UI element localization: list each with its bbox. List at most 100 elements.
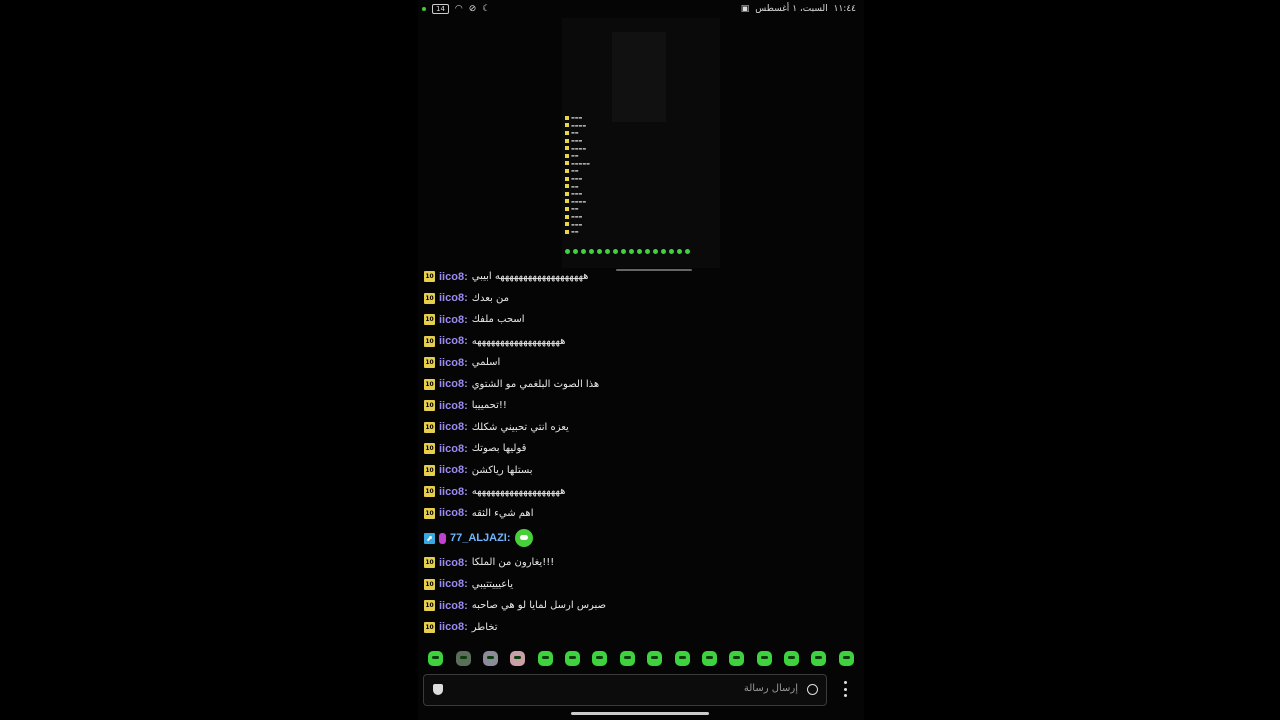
emoji-icon[interactable] — [807, 684, 818, 695]
chat-username[interactable]: 77_ALJAZI: — [450, 532, 511, 544]
chat-message: 10 iico8: يغارون من الملكا!!! — [424, 552, 854, 574]
sub-badge-icon: 10 — [424, 486, 435, 498]
chat-text: قوليها بصوتك — [471, 443, 527, 455]
chat-list: 10 iico8: هههههههههههههههههههه ابيبي 10 iico… — [424, 266, 854, 638]
emote-icon[interactable] — [756, 650, 772, 666]
video-chat-preview: ▬▬▬ ▬▬▬▬ ▬▬ ▬▬▬ ▬▬▬▬ ▬▬ ▬▬▬▬▬ ▬▬ ▬▬▬ ▬▬ … — [562, 114, 720, 264]
video-emote-row — [565, 249, 690, 254]
chat-message: 10 iico8: اسلمي — [424, 352, 854, 374]
chat-username[interactable]: iico8: — [439, 378, 468, 390]
wifi-icon: ◠ — [454, 4, 463, 14]
chat-message: 10 iico8: بستلها رياكشن — [424, 460, 854, 482]
sub-badge-icon: 10 — [424, 378, 435, 390]
chat-message: 10 iico8: من بعدك — [424, 288, 854, 310]
chat-text: بستلها رياكشن — [471, 464, 533, 476]
sub-badge-icon: 10 — [424, 271, 435, 283]
emote-icon — [514, 529, 533, 547]
chat-username[interactable]: iico8: — [439, 621, 468, 633]
chat-message: 10 iico8: قوليها بصوتك — [424, 438, 854, 460]
sub-badge-icon: 10 — [424, 600, 435, 612]
chat-message: 10 iico8: تحمييبا!! — [424, 395, 854, 417]
emote-icon[interactable] — [811, 650, 827, 666]
emote-icon[interactable] — [701, 650, 717, 666]
mic-icon — [439, 532, 446, 544]
emote-icon[interactable] — [510, 650, 526, 666]
chat-message: 10 iico8: هههههههههههههههههههه — [424, 481, 854, 503]
shield-icon[interactable] — [433, 684, 443, 695]
chat-text: هههههههههههههههههههه ابيبي — [471, 271, 589, 283]
chat-message: 10 iico8: اسحب ملفك — [424, 309, 854, 331]
emote-icon[interactable] — [674, 650, 690, 666]
status-bar: ١١:٤٤ السبت، ١ أغسطس ▣ 14 ◠ ⊘ ☾ — [418, 0, 864, 20]
emote-icon[interactable] — [482, 650, 498, 666]
chat-message: 10 iico8: صبرس ارسل لمايا لو هي صاحبه — [424, 595, 854, 617]
sub-badge-icon: 10 — [424, 621, 435, 633]
message-input[interactable]: إرسال رسالة — [423, 674, 827, 706]
emote-icon[interactable] — [455, 650, 471, 666]
chat-username[interactable]: iico8: — [439, 600, 468, 612]
emote-icon[interactable] — [784, 650, 800, 666]
stream-video[interactable]: ▬▬▬ ▬▬▬▬ ▬▬ ▬▬▬ ▬▬▬▬ ▬▬ ▬▬▬▬▬ ▬▬ ▬▬▬ ▬▬ … — [562, 18, 720, 268]
chat-text: اسحب ملفك — [471, 314, 525, 326]
chat-message: 10 iico8: ياعيييتتيبي — [424, 574, 854, 596]
home-indicator[interactable] — [571, 712, 709, 715]
notification-icon: ▣ — [740, 4, 750, 14]
moon-icon: ☾ — [482, 4, 491, 14]
emote-icon[interactable] — [565, 650, 581, 666]
status-time: ١١:٤٤ — [833, 4, 856, 14]
chat-text: يغارون من الملكا!!! — [471, 557, 555, 569]
chat-username[interactable]: iico8: — [439, 314, 468, 326]
chat-message: 10 iico8: هذا الصوت البلغمي مو الشتوي — [424, 374, 854, 396]
chat-username[interactable]: iico8: — [439, 486, 468, 498]
sub-badge-icon: 10 — [424, 314, 435, 326]
chat-message: 10 iico8: يعزه انتي تحبيني شكلك — [424, 417, 854, 439]
chat-username[interactable]: iico8: — [439, 357, 468, 369]
chat-message: 10 iico8: هههههههههههههههههههه ابيبي — [424, 266, 854, 288]
chat-message: 10 iico8: هههههههههههههههههههه — [424, 331, 854, 353]
sub-badge-icon: 10 — [424, 557, 435, 569]
emote-icon[interactable] — [647, 650, 663, 666]
sub-badge-icon: 10 — [424, 421, 435, 433]
chat-text: اهم شيء الثقه — [471, 507, 534, 519]
emote-icon[interactable] — [537, 650, 553, 666]
sub-badge-icon: 10 — [424, 335, 435, 347]
video-inner-panel — [612, 32, 666, 122]
sub-badge-icon: 10 — [424, 400, 435, 412]
recording-dot-icon — [422, 7, 426, 11]
battery-icon: 14 — [432, 4, 449, 14]
chat-text: ياعيييتتيبي — [471, 578, 513, 590]
chat-text: صبرس ارسل لمايا لو هي صاحبه — [471, 600, 607, 612]
chat-text: هههههههههههههههههههه — [471, 486, 566, 498]
emote-icon[interactable] — [838, 650, 854, 666]
chat-username[interactable]: iico8: — [439, 443, 468, 455]
chat-message: 10 iico8: اهم شيء الثقه — [424, 503, 854, 525]
chat-text: هذا الصوت البلغمي مو الشتوي — [471, 378, 600, 390]
emote-icon[interactable] — [619, 650, 635, 666]
chat-username[interactable]: iico8: — [439, 464, 468, 476]
chat-text: تخاطر — [471, 621, 498, 633]
chat-username[interactable]: iico8: — [439, 421, 468, 433]
chat-username[interactable]: iico8: — [439, 557, 468, 569]
chat-username[interactable]: iico8: — [439, 400, 468, 412]
chat-username[interactable]: iico8: — [439, 335, 468, 347]
emote-icon[interactable] — [729, 650, 745, 666]
chat-username[interactable]: iico8: — [439, 292, 468, 304]
sub-badge-icon: 10 — [424, 292, 435, 304]
more-options-icon[interactable] — [842, 681, 848, 697]
phone-screen: ١١:٤٤ السبت، ١ أغسطس ▣ 14 ◠ ⊘ ☾ ▬▬▬ ▬▬▬▬… — [418, 0, 864, 720]
status-date: السبت، ١ أغسطس — [755, 4, 828, 14]
emote-icon[interactable] — [592, 650, 608, 666]
sub-badge-icon: 10 — [424, 507, 435, 519]
chat-username[interactable]: iico8: — [439, 578, 468, 590]
mute-icon: ⊘ — [468, 4, 477, 14]
pin-icon: ⬈ — [424, 532, 435, 544]
message-placeholder: إرسال رسالة — [743, 683, 798, 694]
chat-username[interactable]: iico8: — [439, 271, 468, 283]
sub-badge-icon: 10 — [424, 443, 435, 455]
status-right: ١١:٤٤ السبت، ١ أغسطس ▣ — [741, 4, 856, 14]
emote-icon[interactable] — [428, 650, 444, 666]
status-left: 14 ◠ ⊘ ☾ — [422, 4, 490, 14]
chat-username[interactable]: iico8: — [439, 507, 468, 519]
emote-bar — [418, 645, 864, 671]
chat-text: تحمييبا!! — [471, 400, 507, 412]
